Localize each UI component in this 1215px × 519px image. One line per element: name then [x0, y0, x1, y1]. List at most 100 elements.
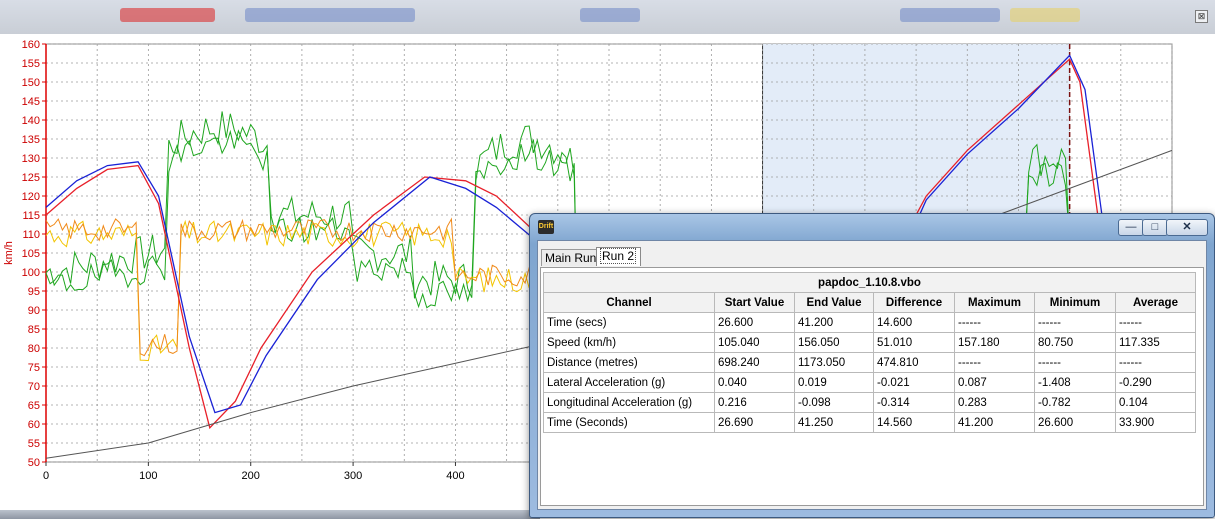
maximize-button[interactable]: □ — [1142, 219, 1168, 236]
table-cell: 474.810 — [873, 352, 955, 373]
y-tick-label: 75 — [28, 362, 40, 374]
close-icon[interactable]: ⊠ — [1195, 10, 1208, 23]
close-button[interactable]: ✕ — [1166, 219, 1208, 236]
table-cell: ------ — [1034, 312, 1116, 333]
y-tick-label: 140 — [22, 115, 40, 127]
table-cell: 26.600 — [1034, 412, 1116, 433]
tab-run-2[interactable]: Run 2 — [596, 247, 641, 266]
x-tick-label: 0 — [43, 470, 49, 482]
table-cell: -1.408 — [1034, 372, 1116, 393]
col-header: Minimum — [1034, 292, 1116, 313]
y-tick-label: 50 — [28, 457, 40, 469]
table-cell: 33.900 — [1115, 412, 1196, 433]
y-tick-label: 105 — [22, 248, 40, 260]
col-header: Average — [1115, 292, 1196, 313]
window-body: Main Run Run 2 papdoc_1.10.8.vbo Channel… — [537, 240, 1207, 510]
table-cell: -0.098 — [794, 392, 874, 413]
file-name: papdoc_1.10.8.vbo — [543, 272, 1196, 293]
table-cell: 157.180 — [954, 332, 1035, 353]
table-cell: Lateral Acceleration (g) — [543, 372, 715, 393]
table-cell: 0.104 — [1115, 392, 1196, 413]
table-cell: Time (secs) — [543, 312, 715, 333]
y-tick-label: 65 — [28, 400, 40, 412]
y-tick-label: 145 — [22, 96, 40, 108]
table-cell: 0.087 — [954, 372, 1035, 393]
table-cell: Time (Seconds) — [543, 412, 715, 433]
table-cell: Distance (metres) — [543, 352, 715, 373]
col-header: Maximum — [954, 292, 1035, 313]
y-tick-label: 115 — [22, 210, 40, 222]
table-cell: 41.200 — [794, 312, 874, 333]
menu-strip — [245, 8, 415, 22]
table-cell: 41.250 — [794, 412, 874, 433]
table-cell: Speed (km/h) — [543, 332, 715, 353]
y-axis-label: km/h — [3, 241, 15, 265]
table-cell: 0.216 — [714, 392, 795, 413]
table-cell: ------ — [954, 312, 1035, 333]
table-cell: ------ — [1115, 312, 1196, 333]
table-row[interactable]: Time (Seconds) 26.690 41.250 14.560 41.2… — [543, 412, 1196, 433]
app-toolbar-strip: ⊠ — [0, 0, 1215, 34]
table-cell: ------ — [954, 352, 1035, 373]
table-cell: ------ — [1034, 352, 1116, 373]
app-logo — [120, 8, 215, 22]
minimize-button[interactable]: — — [1118, 219, 1144, 236]
table-cell: 0.019 — [794, 372, 874, 393]
statistics-window[interactable]: Drift — □ ✕ Main Run Run 2 papdoc_1.10.8… — [529, 213, 1215, 518]
menu-strip — [900, 8, 1000, 22]
stats-panel: papdoc_1.10.8.vbo Channel Start Value En… — [540, 267, 1204, 506]
status-strip — [0, 510, 540, 519]
table-cell: 80.750 — [1034, 332, 1116, 353]
table-row[interactable]: Longitudinal Acceleration (g) 0.216 -0.0… — [543, 392, 1196, 413]
table-cell: 0.040 — [714, 372, 795, 393]
window-titlebar[interactable]: Drift — □ ✕ — [530, 214, 1214, 240]
y-tick-label: 85 — [28, 324, 40, 336]
y-tick-label: 95 — [28, 286, 40, 298]
y-tick-label: 70 — [28, 381, 40, 393]
x-tick-label: 200 — [242, 470, 260, 482]
table-cell: -0.290 — [1115, 372, 1196, 393]
tab-label: Main Run — [545, 251, 597, 265]
table-row[interactable]: Lateral Acceleration (g) 0.040 0.019 -0.… — [543, 372, 1196, 393]
table-row[interactable]: Time (secs) 26.600 41.200 14.600 ------ … — [543, 312, 1196, 333]
y-tick-label: 155 — [22, 58, 40, 70]
y-tick-label: 135 — [22, 134, 40, 146]
table-cell: 0.283 — [954, 392, 1035, 413]
table-cell: 117.335 — [1115, 332, 1196, 353]
x-tick-label: 400 — [446, 470, 464, 482]
tab-main-run[interactable]: Main Run — [541, 249, 601, 266]
col-header: Channel — [543, 292, 715, 313]
app-icon: Drift — [538, 220, 554, 234]
table-cell: 51.010 — [873, 332, 955, 353]
menu-strip — [580, 8, 640, 22]
table-cell: 156.050 — [794, 332, 874, 353]
y-tick-label: 120 — [22, 191, 40, 203]
y-tick-label: 130 — [22, 153, 40, 165]
table-cell: 105.040 — [714, 332, 795, 353]
y-tick-label: 125 — [22, 172, 40, 184]
y-tick-label: 150 — [22, 77, 40, 89]
y-tick-label: 60 — [28, 419, 40, 431]
menu-strip — [1010, 8, 1080, 22]
tab-label: Run 2 — [600, 248, 637, 264]
table-cell: 1173.050 — [794, 352, 874, 373]
table-cell: -0.021 — [873, 372, 955, 393]
table-cell: Longitudinal Acceleration (g) — [543, 392, 715, 413]
y-tick-label: 110 — [22, 229, 40, 241]
table-row[interactable]: Distance (metres) 698.240 1173.050 474.8… — [543, 352, 1196, 373]
table-cell: 14.560 — [873, 412, 955, 433]
table-cell: -0.782 — [1034, 392, 1116, 413]
table-cell: -0.314 — [873, 392, 955, 413]
col-header: End Value — [794, 292, 874, 313]
table-cell: 698.240 — [714, 352, 795, 373]
y-tick-label: 90 — [28, 305, 40, 317]
table-cell: 26.600 — [714, 312, 795, 333]
y-tick-label: 55 — [28, 438, 40, 450]
table-row[interactable]: Speed (km/h) 105.040 156.050 51.010 157.… — [543, 332, 1196, 353]
table-cell: 41.200 — [954, 412, 1035, 433]
y-tick-label: 100 — [22, 267, 40, 279]
y-tick-label: 80 — [28, 343, 40, 355]
col-header: Difference — [873, 292, 955, 313]
x-tick-label: 300 — [344, 470, 362, 482]
table-cell: 14.600 — [873, 312, 955, 333]
